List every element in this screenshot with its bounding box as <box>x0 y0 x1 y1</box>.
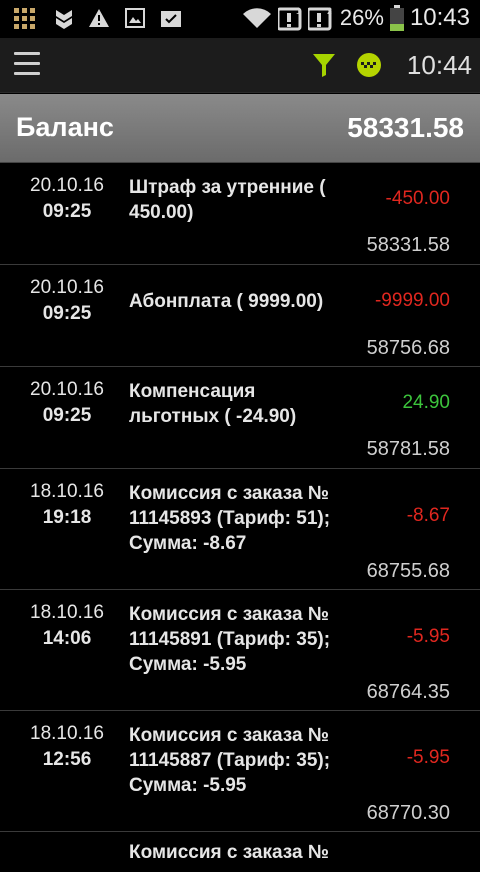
grid-icon <box>14 8 35 29</box>
transaction-running-balance: 68770.30 <box>366 802 450 824</box>
transaction-description: Комиссия с заказа № 11145891 (Тариф: 35)… <box>129 604 331 675</box>
transaction-running-balance: 68764.35 <box>366 681 450 703</box>
transaction-date: 18.10.16 <box>30 723 104 744</box>
transaction-date: 18.10.16 <box>30 602 104 623</box>
shield-icon <box>56 10 72 29</box>
transaction-description: Абонплата ( 9999.00) <box>129 291 324 312</box>
transaction-row[interactable]: 18.10.16 12:56 Комиссия с заказа № 11145… <box>0 711 480 832</box>
app-time: 10:44 <box>406 50 472 80</box>
transaction-date: 20.10.16 <box>30 379 104 400</box>
transaction-amount: 24.90 <box>402 392 450 413</box>
taxi-icon[interactable] <box>356 52 382 78</box>
transaction-row[interactable]: 18.10.16 14:06 Комиссия с заказа № 11145… <box>0 590 480 711</box>
filter-icon[interactable] <box>312 52 336 78</box>
transaction-date: 20.10.16 <box>30 277 104 298</box>
transactions-list[interactable]: 20.10.16 09:25 Штраф за утренние ( 450.0… <box>0 163 480 872</box>
app-bar: 10:44 <box>0 38 480 93</box>
clipboard-icon <box>161 11 181 27</box>
transaction-running-balance: 58756.68 <box>366 337 450 359</box>
transaction-description: Компенсация льготных ( -24.90) <box>129 381 297 427</box>
transaction-description: Комиссия с заказа № 11145893 (Тариф: 51)… <box>129 483 331 554</box>
transaction-description: Комиссия с заказа № 11145887 (Тариф: 35)… <box>129 725 331 796</box>
notification-1-icon: 1 <box>277 6 302 31</box>
transaction-description: Комиссия с заказа № <box>129 842 330 863</box>
transaction-amount: -5.95 <box>406 626 450 647</box>
notification-2-icon: 2 <box>307 6 332 31</box>
svg-text:1: 1 <box>296 6 301 16</box>
transaction-row[interactable]: Комиссия с заказа № <box>0 832 480 872</box>
transaction-time: 09:25 <box>42 405 92 426</box>
balance-header: Баланс 58331.58 <box>0 94 480 163</box>
battery-icon <box>389 5 404 31</box>
transaction-running-balance: 58781.58 <box>366 438 450 460</box>
transaction-amount: -8.67 <box>406 505 450 526</box>
transaction-time: 09:25 <box>42 201 92 222</box>
balance-label: Баланс <box>16 112 114 142</box>
transaction-row[interactable]: 20.10.16 09:25 Компенсация льготных ( -2… <box>0 367 480 469</box>
transaction-row[interactable]: 20.10.16 09:25 Абонплата ( 9999.00) -999… <box>0 265 480 367</box>
status-bar: 1 2 26% 10:43 <box>0 0 480 38</box>
status-time: 10:43 <box>409 4 470 31</box>
battery-percent: 26% <box>339 5 384 30</box>
svg-text:2: 2 <box>327 6 332 16</box>
transaction-date: 20.10.16 <box>30 175 104 196</box>
transaction-amount: -5.95 <box>406 747 450 768</box>
hamburger-icon[interactable] <box>14 52 40 76</box>
transaction-row[interactable]: 20.10.16 09:25 Штраф за утренние ( 450.0… <box>0 163 480 265</box>
transaction-amount: -9999.00 <box>374 290 450 311</box>
warning-icon <box>89 9 109 27</box>
transaction-row[interactable]: 18.10.16 19:18 Комиссия с заказа № 11145… <box>0 469 480 590</box>
transaction-running-balance: 68755.68 <box>366 560 450 582</box>
wifi-icon <box>242 8 271 28</box>
transaction-date: 18.10.16 <box>30 481 104 502</box>
balance-value: 58331.58 <box>347 112 464 143</box>
transaction-time: 14:06 <box>42 628 92 649</box>
transaction-time: 12:56 <box>42 749 92 770</box>
image-icon <box>125 8 145 28</box>
transaction-amount: -450.00 <box>385 188 450 209</box>
transaction-time: 19:18 <box>42 507 92 528</box>
transaction-description: Штраф за утренние ( 450.00) <box>129 177 326 223</box>
transaction-running-balance: 58331.58 <box>366 234 450 256</box>
transaction-time: 09:25 <box>42 303 92 324</box>
